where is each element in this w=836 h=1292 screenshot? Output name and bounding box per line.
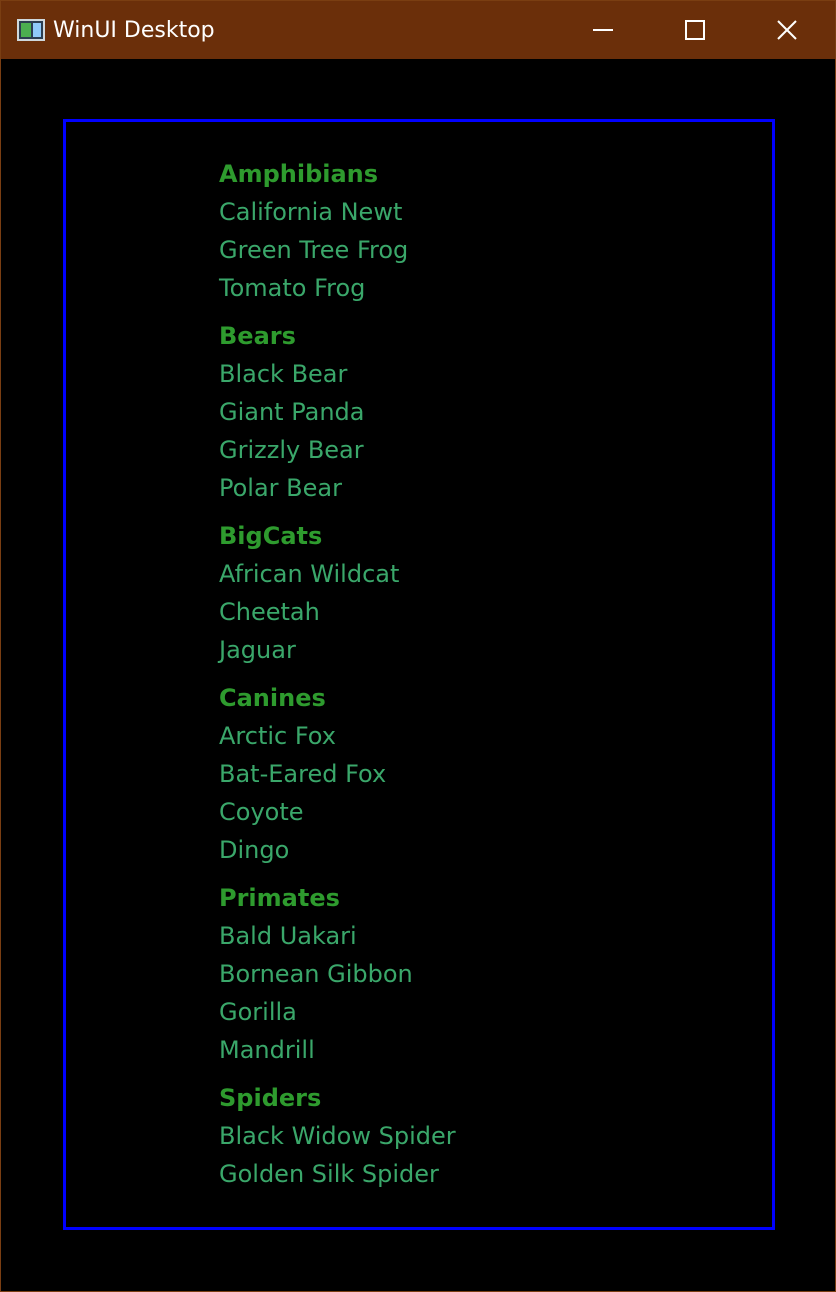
list-item[interactable]: Tomato Frog (219, 269, 719, 307)
list-item[interactable]: Gorilla (219, 993, 719, 1031)
list-item[interactable]: Bornean Gibbon (219, 955, 719, 993)
list-item[interactable]: African Wildcat (219, 555, 719, 593)
list-item[interactable]: Cheetah (219, 593, 719, 631)
list-item[interactable]: Black Bear (219, 355, 719, 393)
list-item[interactable]: Mandrill (219, 1031, 719, 1069)
window-title: WinUI Desktop (53, 18, 215, 43)
list-item[interactable]: Giant Panda (219, 393, 719, 431)
group-header[interactable]: Amphibians (219, 155, 719, 193)
list-item[interactable]: Golden Silk Spider (219, 1155, 719, 1193)
list-item[interactable]: Polar Bear (219, 469, 719, 507)
list-item[interactable]: Coyote (219, 793, 719, 831)
list-item[interactable]: Bat-Eared Fox (219, 755, 719, 793)
list-item[interactable]: Arctic Fox (219, 717, 719, 755)
list-item[interactable]: California Newt (219, 193, 719, 231)
list-item[interactable]: Dingo (219, 831, 719, 869)
group-header[interactable]: Spiders (219, 1079, 719, 1117)
maximize-icon (685, 20, 705, 40)
group-header[interactable]: BigCats (219, 517, 719, 555)
close-icon (777, 20, 797, 40)
list-item[interactable]: Grizzly Bear (219, 431, 719, 469)
list-group: Primates Bald Uakari Bornean Gibbon Gorilla… (219, 879, 719, 1069)
minimize-button[interactable] (557, 1, 649, 59)
maximize-button[interactable] (649, 1, 741, 59)
list-group: Bears Black Bear Giant Panda Grizzly Bear Po… (219, 317, 719, 507)
list-item[interactable]: Jaguar (219, 631, 719, 669)
list-item[interactable]: Green Tree Frog (219, 231, 719, 269)
list-group: Spiders Black Widow Spider Golden Silk Spi… (219, 1079, 719, 1193)
title-bar[interactable]: WinUI Desktop (1, 1, 835, 59)
list-group: Amphibians California Newt Green Tree Frog… (219, 155, 719, 307)
group-header[interactable]: Primates (219, 879, 719, 917)
grouped-animal-list[interactable]: Amphibians California Newt Green Tree Frog… (219, 155, 719, 1203)
app-window-icon (17, 19, 45, 41)
close-button[interactable] (741, 1, 833, 59)
list-group: BigCats African Wildcat Cheetah Jaguar (219, 517, 719, 669)
list-item[interactable]: Bald Uakari (219, 917, 719, 955)
list-item[interactable]: Black Widow Spider (219, 1117, 719, 1155)
minimize-icon (593, 29, 613, 31)
group-header[interactable]: Bears (219, 317, 719, 355)
app-window: WinUI Desktop Amphibians California Newt G… (0, 0, 836, 1292)
group-header[interactable]: Canines (219, 679, 719, 717)
list-group: Canines Arctic Fox Bat-Eared Fox Coyote Ding… (219, 679, 719, 869)
